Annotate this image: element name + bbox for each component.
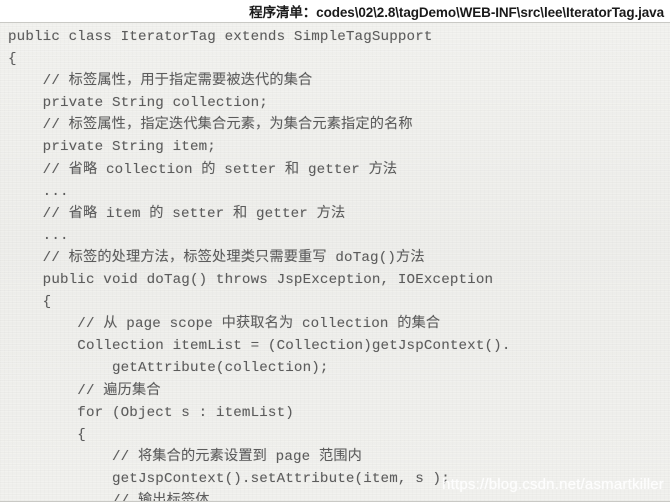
code-line: // 标签的处理方法，标签处理类只需要重写 doTag()方法 (8, 249, 425, 266)
code-line: ... (8, 183, 69, 200)
code-line: // 遍历集合 (8, 382, 161, 399)
code-line: private String collection; (8, 95, 268, 112)
code-line: getAttribute(collection); (8, 360, 329, 377)
code-line: Collection itemList = (Collection)getJsp… (8, 338, 511, 355)
code-line: public void doTag() throws JspException,… (8, 272, 494, 289)
code-listing-panel: public class IteratorTag extends SimpleT… (0, 22, 670, 502)
code-line: for (Object s : itemList) (8, 404, 294, 421)
code-line: // 将集合的元素设置到 page 范围内 (8, 448, 362, 465)
code-line: ... (8, 227, 69, 244)
code-line: // 从 page scope 中获取名为 collection 的集合 (8, 316, 441, 333)
code-line: public class IteratorTag extends SimpleT… (8, 29, 433, 45)
code-line: // 输出标签体 (8, 492, 210, 502)
listing-caption-bar: 程序清单：codes\02\2.8\tagDemo\WEB-INF\src\le… (0, 0, 670, 22)
screenshot-root: 程序清单：codes\02\2.8\tagDemo\WEB-INF\src\le… (0, 0, 670, 502)
code-line: { (8, 426, 86, 443)
code-line: // 省略 item 的 setter 和 getter 方法 (8, 205, 346, 222)
code-line: { (8, 51, 17, 68)
listing-caption-text: 程序清单：codes\02\2.8\tagDemo\WEB-INF\src\le… (249, 5, 664, 20)
code-line: // 标签属性，指定迭代集合元素，为集合元素指定的名称 (8, 117, 413, 134)
code-line: private String item; (8, 139, 216, 156)
code-lines-container: public class IteratorTag extends SimpleT… (0, 26, 670, 502)
code-line: // 标签属性，用于指定需要被迭代的集合 (8, 73, 313, 90)
code-line: // 省略 collection 的 setter 和 getter 方法 (8, 161, 398, 178)
code-line: { (8, 294, 52, 311)
code-line: getJspContext().setAttribute(item, s ); (8, 470, 450, 487)
